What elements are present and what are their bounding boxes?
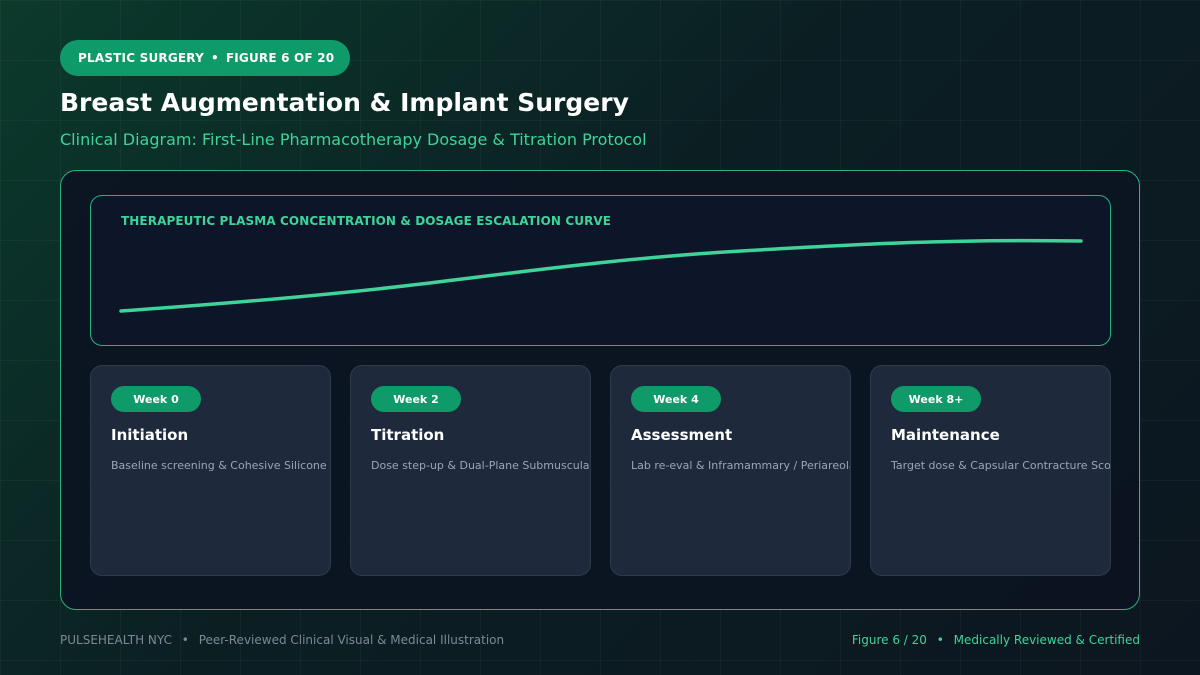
curve-svg bbox=[119, 238, 1083, 313]
stage-title: Assessment bbox=[631, 426, 733, 444]
stage-card-initiation: Week 0 Initiation Baseline screening & C… bbox=[90, 365, 331, 576]
brand-name: PULSEHEALTH NYC bbox=[60, 633, 172, 647]
footer-tagline: Peer-Reviewed Clinical Visual & Medical … bbox=[198, 633, 505, 647]
figure-label: FIGURE 6 OF 20 bbox=[225, 51, 335, 65]
footer-status: Figure 6 / 20 • Medically Reviewed & Cer… bbox=[852, 633, 1140, 647]
footer-separator: • bbox=[936, 633, 944, 647]
page-subtitle: Clinical Diagram: First-Line Pharmacothe… bbox=[60, 130, 647, 149]
stage-card-maintenance: Week 8+ Maintenance Target dose & Capsul… bbox=[870, 365, 1111, 576]
footer-brand: PULSEHEALTH NYC • Peer-Reviewed Clinical… bbox=[60, 633, 504, 647]
stage-card-titration: Week 2 Titration Dose step-up & Dual-Pla… bbox=[350, 365, 591, 576]
page-title: Breast Augmentation & Implant Surgery bbox=[60, 88, 629, 117]
footer-figure: Figure 6 / 20 bbox=[851, 633, 927, 647]
diagram-panel: THERAPEUTIC PLASMA CONCENTRATION & DOSAG… bbox=[60, 170, 1140, 610]
footer-separator: • bbox=[181, 633, 189, 647]
week-pill: Week 0 bbox=[111, 386, 201, 412]
footer-certification: Medically Reviewed & Certified bbox=[953, 633, 1140, 647]
stage-description: Dose step-up & Dual-Plane Submuscular Po… bbox=[371, 459, 591, 472]
stage-title: Titration bbox=[371, 426, 445, 444]
stage-description: Lab re-eval & Inframammary / Periareolar… bbox=[631, 459, 850, 472]
category-badge: PLASTIC SURGERY • FIGURE 6 OF 20 bbox=[60, 40, 350, 76]
week-pill: Week 4 bbox=[631, 386, 721, 412]
stage-description: Baseline screening & Cohesive Silicone I… bbox=[111, 459, 330, 472]
stage-card-assessment: Week 4 Assessment Lab re-eval & Inframam… bbox=[610, 365, 851, 576]
stage-title: Maintenance bbox=[891, 426, 1000, 444]
concentration-curve bbox=[119, 238, 1083, 313]
badge-separator: • bbox=[210, 51, 219, 65]
category-label: PLASTIC SURGERY bbox=[78, 51, 204, 65]
week-pill: Week 2 bbox=[371, 386, 461, 412]
week-pill: Week 8+ bbox=[891, 386, 981, 412]
stage-description: Target dose & Capsular Contracture Score bbox=[891, 459, 1111, 472]
curve-chart: THERAPEUTIC PLASMA CONCENTRATION & DOSAG… bbox=[90, 195, 1111, 346]
stage-title: Initiation bbox=[111, 426, 189, 444]
